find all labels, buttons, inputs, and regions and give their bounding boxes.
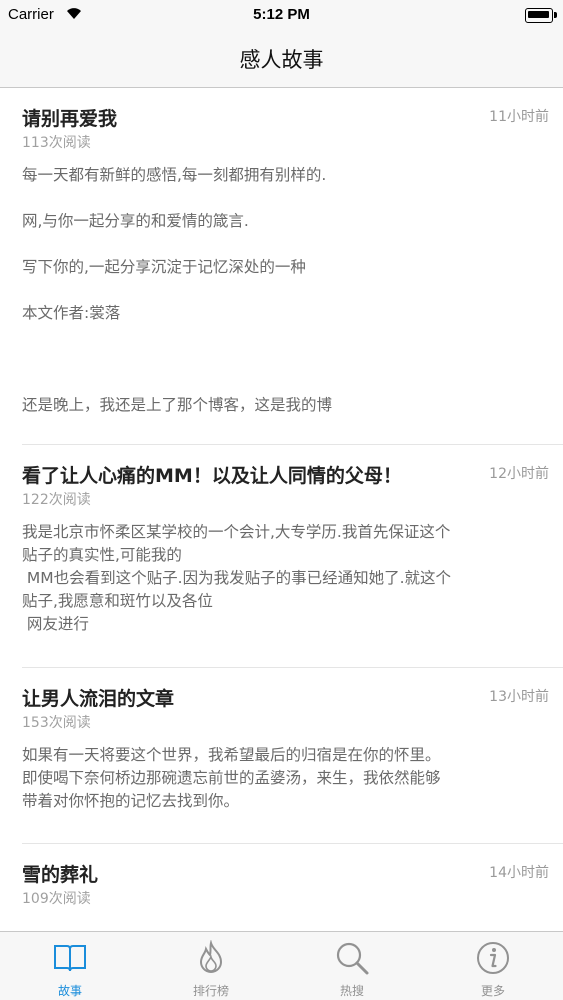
- article-list[interactable]: 请别再爱我 11小时前 113次阅读 每一天都有新鲜的感悟,每一刻都拥有别样的.…: [0, 88, 563, 932]
- excerpt-line: 带着对你怀抱的记忆去找到你。: [22, 792, 240, 810]
- status-bar: Carrier 5:12 PM: [0, 0, 563, 30]
- book-icon: [52, 940, 88, 976]
- excerpt-line: 我是北京市怀柔区某学校的一个会计,大专学历.我首先保证这个: [22, 523, 451, 541]
- article-item[interactable]: 雪的葬礼 14小时前 109次阅读: [22, 843, 563, 932]
- article-time: 11小时前: [489, 109, 549, 125]
- tab-trending-search[interactable]: 热搜: [282, 932, 422, 1000]
- excerpt-line: 贴子的真实性,可能我的: [22, 546, 182, 564]
- info-icon: [475, 940, 511, 976]
- tab-label: 更多: [480, 984, 505, 998]
- flame-icon: [193, 939, 229, 976]
- article-read-count: 153次阅读: [22, 715, 91, 731]
- navigation-bar: 感人故事: [0, 30, 563, 88]
- excerpt-line: 贴子,我愿意和斑竹以及各位: [22, 592, 213, 610]
- article-read-count: 113次阅读: [22, 135, 91, 151]
- article-title: 请别再爱我: [22, 108, 118, 130]
- tab-label: 故事: [57, 984, 82, 998]
- excerpt-line: 网友进行: [22, 615, 89, 633]
- status-time: 5:12 PM: [253, 6, 310, 23]
- excerpt-line: 即使喝下奈何桥边那碗遗忘前世的孟婆汤，来生，我依然能够: [22, 769, 441, 787]
- page-title: 感人故事: [239, 48, 324, 72]
- article-excerpt: 每一天都有新鲜的感悟,每一刻都拥有别样的. 网,与你一起分享的和爱情的箴言. 写…: [22, 158, 549, 417]
- tab-label: 热搜: [339, 984, 364, 998]
- article-time: 13小时前: [489, 689, 549, 705]
- excerpt-line: 还是晚上，我还是上了那个博客，这是我的博: [22, 396, 333, 414]
- article-item[interactable]: 请别再爱我 11小时前 113次阅读 每一天都有新鲜的感悟,每一刻都拥有别样的.…: [0, 88, 563, 444]
- tab-stories[interactable]: 故事: [0, 932, 140, 1000]
- search-icon: [334, 940, 370, 976]
- article-item[interactable]: 让男人流泪的文章 13小时前 153次阅读 如果有一天将要这个世界，我希望最后的…: [22, 667, 563, 843]
- article-item[interactable]: 看了让人心痛的MM！以及让人同情的父母！ 12小时前 122次阅读 我是北京市怀…: [22, 444, 563, 667]
- article-title: 让男人流泪的文章: [22, 688, 175, 710]
- excerpt-line: 本文作者:裳落: [22, 304, 121, 322]
- excerpt-line: MM也会看到这个贴子.因为我发贴子的事已经通知她了.就这个: [22, 569, 452, 587]
- excerpt-line: 如果有一天将要这个世界，我希望最后的归宿是在你的怀里。: [22, 746, 441, 764]
- battery-icon: [525, 8, 557, 23]
- article-time: 14小时前: [489, 865, 549, 881]
- tab-more[interactable]: 更多: [423, 932, 563, 1000]
- article-title: 看了让人心痛的MM！以及让人同情的父母！: [22, 465, 402, 487]
- excerpt-line: 网,与你一起分享的和爱情的箴言.: [22, 212, 249, 230]
- tab-bar: 故事 排行榜 热搜 更多: [0, 931, 563, 1000]
- article-title: 雪的葬礼: [22, 864, 99, 886]
- article-excerpt: 我是北京市怀柔区某学校的一个会计,大专学历.我首先保证这个 贴子的真实性,可能我…: [22, 515, 549, 636]
- article-excerpt: 如果有一天将要这个世界，我希望最后的归宿是在你的怀里。 即使喝下奈何桥边那碗遗忘…: [22, 738, 549, 813]
- article-read-count: 109次阅读: [22, 891, 91, 907]
- article-time: 12小时前: [489, 466, 549, 482]
- article-read-count: 122次阅读: [22, 492, 91, 508]
- tab-label: 排行榜: [192, 984, 229, 998]
- excerpt-line: 每一天都有新鲜的感悟,每一刻都拥有别样的.: [22, 166, 327, 184]
- tab-ranking[interactable]: 排行榜: [141, 932, 281, 1000]
- excerpt-line: 写下你的,一起分享沉淀于记忆深处的一种: [22, 258, 306, 276]
